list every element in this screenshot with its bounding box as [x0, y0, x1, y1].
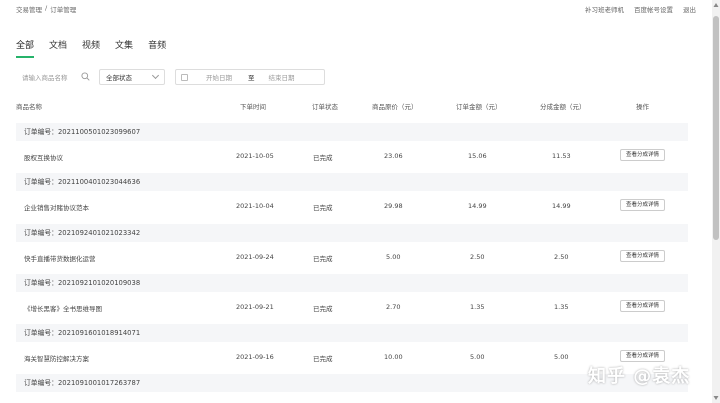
top-link-logout[interactable]: 退出: [683, 4, 696, 14]
search-input[interactable]: 请输入商品名称: [16, 68, 92, 86]
status-select[interactable]: 全部状态: [99, 69, 165, 85]
order-time: 2021-10-05: [236, 152, 274, 160]
breadcrumb-current: 订单管理: [50, 6, 77, 14]
share-amount: 5.00: [554, 353, 569, 361]
product-name: 海关智慧防控解决方案: [24, 355, 89, 363]
tab-all[interactable]: 全部: [16, 38, 35, 58]
order-group: 订单编号：2021100401023044636 企业销售对赌协议范本 2021…: [16, 173, 688, 221]
table-header: 商品名称 下单时间 订单状态 商品原价（元） 订单金额（元） 分成金额（元） 操…: [16, 98, 688, 112]
top-links: 补习班老师机 百度帐号设置 退出: [585, 4, 696, 14]
product-name: 《增长黑客》全书思维导图: [24, 305, 102, 313]
calendar-icon: [181, 73, 188, 81]
order-number: 订单编号：2021100501023099607: [16, 123, 688, 141]
search-placeholder: 请输入商品名称: [22, 74, 68, 82]
order-status: 已完成: [313, 255, 333, 263]
original-price: 5.00: [386, 253, 401, 261]
tab-videos[interactable]: 视频: [82, 38, 100, 55]
order-group: 订单编号：2021092101020109038 《增长黑客》全书思维导图 20…: [16, 274, 688, 322]
original-price: 10.00: [384, 353, 403, 361]
order-status: 已完成: [313, 154, 333, 162]
order-time: 2021-09-16: [236, 353, 274, 361]
order-status: 已完成: [313, 355, 333, 363]
table-row: 《增长黑客》全书思维导图 2021-09-21 已完成 2.70 1.35 1.…: [16, 292, 688, 322]
order-amount: 5.00: [470, 353, 485, 361]
order-group: 订单编号：2021092401021023342 快手直播带货数据化运营 202…: [16, 224, 688, 272]
share-amount: 14.99: [552, 202, 571, 210]
col-order-amount: 订单金额（元）: [456, 103, 502, 111]
tab-collections[interactable]: 文集: [115, 38, 133, 55]
status-select-value: 全部状态: [106, 74, 132, 82]
date-end-input[interactable]: 结束日期: [269, 72, 295, 82]
category-tabs: 全部 文档 视频 文集 音频: [16, 38, 166, 58]
date-range-picker[interactable]: 开始日期 至 结束日期: [175, 69, 325, 85]
order-amount: 14.99: [468, 202, 487, 210]
order-status: 已完成: [313, 204, 333, 212]
filter-bar: 请输入商品名称 全部状态 开始日期 至 结束日期: [16, 68, 325, 86]
order-amount: 1.35: [470, 303, 485, 311]
order-time: 2021-09-24: [236, 253, 274, 261]
scroll-up-arrow-icon[interactable]: [713, 2, 719, 8]
date-separator: 至: [248, 74, 255, 82]
order-number: 订单编号：2021100401023044636: [16, 173, 688, 191]
share-amount: 11.53: [552, 152, 571, 160]
col-order-status: 订单状态: [312, 103, 338, 111]
table-row: 股权互换协议 2021-10-05 已完成 23.06 15.06 11.53 …: [16, 141, 688, 171]
breadcrumb-separator: /: [45, 4, 48, 12]
search-icon[interactable]: [81, 72, 90, 81]
order-number: 订单编号：2021091601018914071: [16, 324, 688, 342]
order-number: 订单编号：2021092401021023342: [16, 224, 688, 242]
original-price: 2.70: [386, 303, 401, 311]
col-original-price: 商品原价（元）: [372, 103, 418, 111]
chevron-down-icon: [151, 71, 160, 80]
top-link-account-settings[interactable]: 百度帐号设置: [634, 4, 673, 14]
order-time: 2021-10-04: [236, 202, 274, 210]
view-share-details-button[interactable]: 查看分成详情: [620, 199, 665, 211]
product-name: 快手直播带货数据化运营: [24, 255, 96, 263]
order-status: 已完成: [313, 305, 333, 313]
table-row: 快手直播带货数据化运营 2021-09-24 已完成 5.00 2.50 2.5…: [16, 242, 688, 272]
order-group: 订单编号：2021100501023099607 股权互换协议 2021-10-…: [16, 123, 688, 171]
top-bar: 交易管理 / 订单管理 补习班老师机 百度帐号设置 退出: [0, 0, 712, 16]
scroll-down-arrow-icon[interactable]: [713, 395, 719, 401]
watermark: 知乎 @袁杰: [588, 366, 691, 387]
table-row: 企业销售对赌协议范本 2021-10-04 已完成 29.98 14.99 14…: [16, 191, 688, 221]
order-number: 订单编号：2021092101020109038: [16, 274, 688, 292]
col-actions: 操作: [636, 103, 649, 111]
date-start-input[interactable]: 开始日期: [206, 72, 232, 82]
col-product-name: 商品名称: [16, 103, 42, 111]
share-amount: 1.35: [554, 303, 569, 311]
view-share-details-button[interactable]: 查看分成详情: [620, 250, 665, 262]
col-order-time: 下单时间: [240, 103, 266, 111]
vertical-scrollbar[interactable]: [712, 0, 720, 403]
breadcrumb: 交易管理 / 订单管理: [16, 4, 76, 14]
product-name: 股权互换协议: [24, 154, 63, 162]
order-amount: 15.06: [468, 152, 487, 160]
top-link-teacher[interactable]: 补习班老师机: [585, 4, 624, 14]
view-share-details-button[interactable]: 查看分成详情: [620, 300, 665, 312]
product-name: 企业销售对赌协议范本: [24, 204, 89, 212]
original-price: 23.06: [384, 152, 403, 160]
original-price: 29.98: [384, 202, 403, 210]
breadcrumb-root[interactable]: 交易管理: [16, 4, 42, 14]
order-time: 2021-09-21: [236, 303, 274, 311]
tab-documents[interactable]: 文档: [49, 38, 67, 55]
col-share-amount: 分成金额（元）: [540, 103, 586, 111]
view-share-details-button[interactable]: 查看分成详情: [620, 350, 665, 362]
order-amount: 2.50: [470, 253, 485, 261]
scrollbar-thumb[interactable]: [713, 16, 719, 240]
view-share-details-button[interactable]: 查看分成详情: [620, 149, 665, 161]
tab-audio[interactable]: 音频: [148, 38, 166, 55]
share-amount: 2.50: [554, 253, 569, 261]
